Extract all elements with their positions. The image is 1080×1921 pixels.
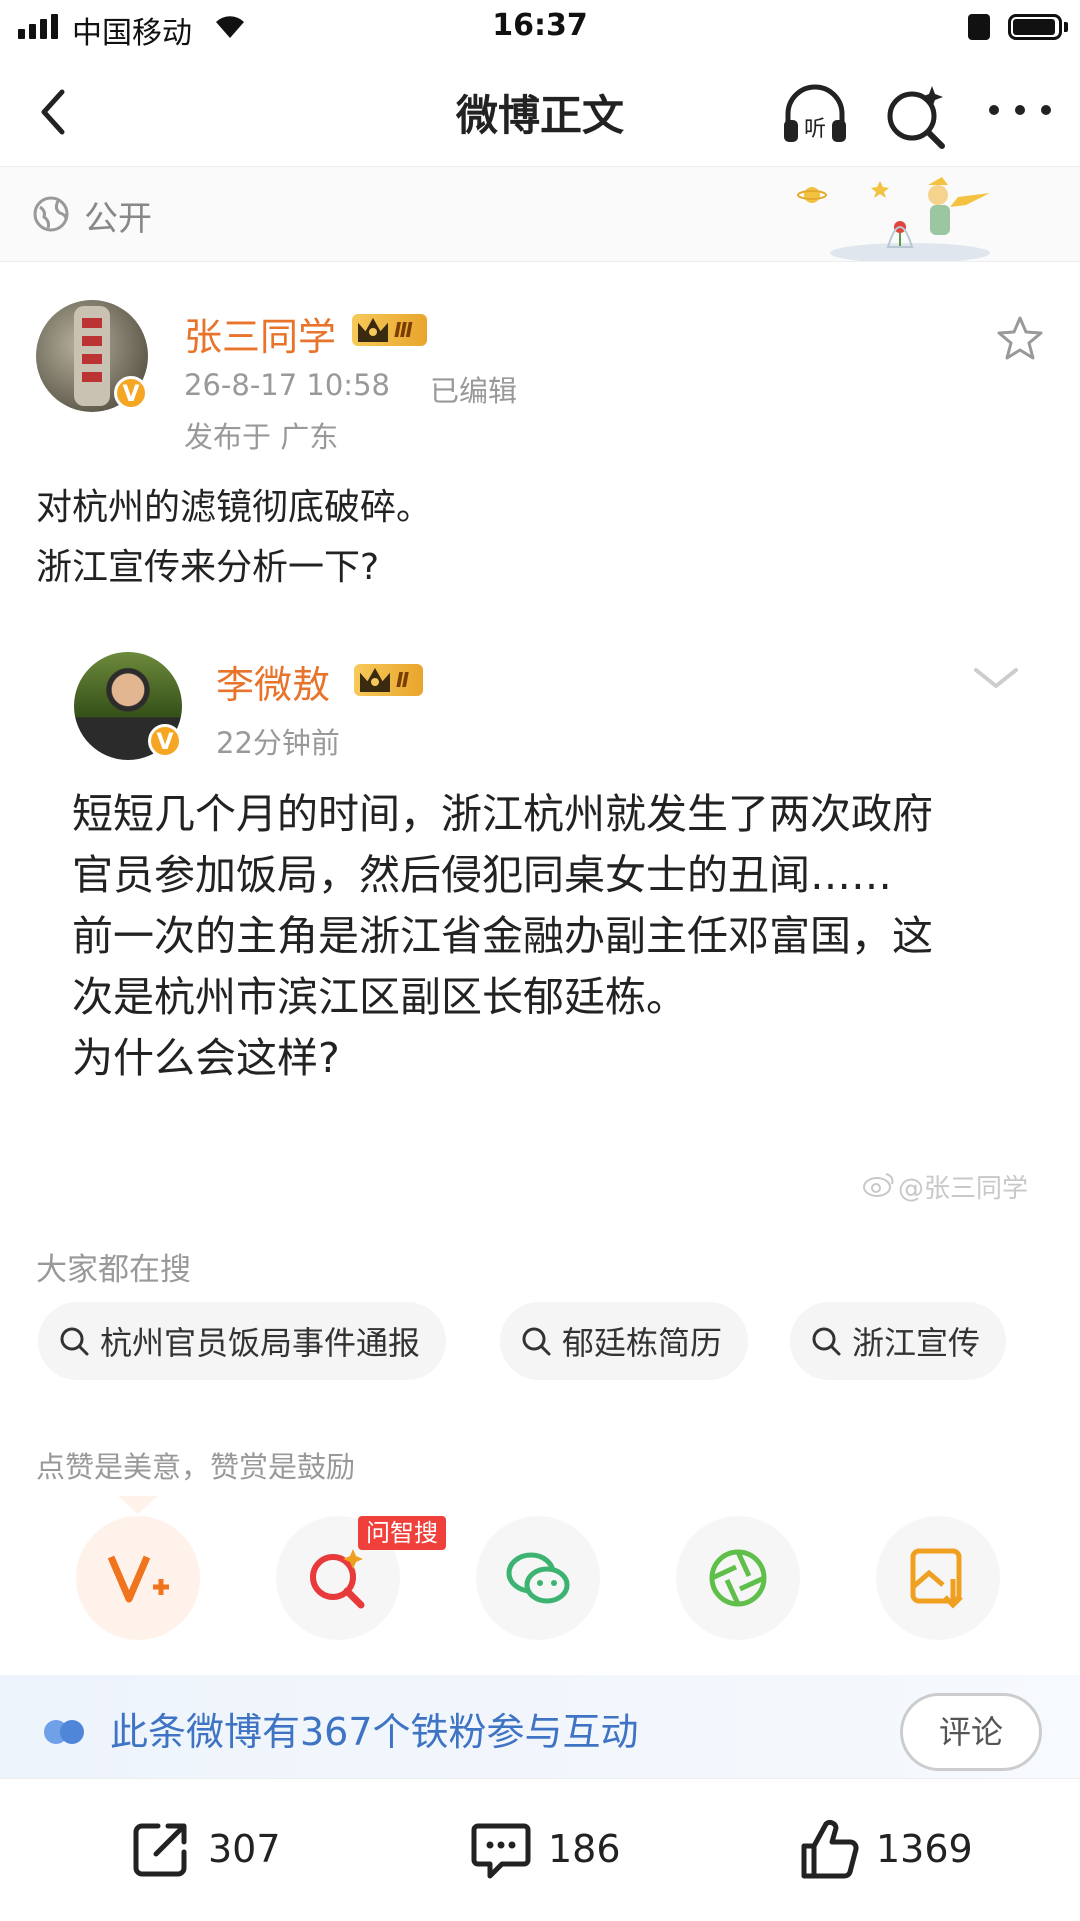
comments-button[interactable]: 186	[468, 1809, 621, 1889]
wechat-icon	[506, 1552, 570, 1604]
search-chip[interactable]: 郁廷栋简历	[500, 1302, 749, 1380]
weibo-logo-icon	[863, 1173, 894, 1197]
clock: 16:37	[492, 8, 588, 43]
save-image-icon	[910, 1548, 963, 1609]
verified-badge: V	[114, 376, 148, 410]
member-level: Ⅲ	[394, 318, 413, 342]
ai-search-icon	[310, 1549, 365, 1609]
search-chip-label: 浙江宣传	[852, 1324, 981, 1362]
caption-pointer	[118, 1496, 158, 1514]
fan-interaction-banner[interactable]: 此条微博有367个铁粉参与互动 评论	[0, 1675, 1080, 1785]
battery-icon	[1008, 14, 1062, 40]
repost-text: 短短几个月的时间，浙江杭州就发生了两次政府 官员参加饭局，然后侵犯同桌女士的丑闻…	[72, 784, 1032, 1089]
repost-icon	[133, 1823, 187, 1877]
like-button[interactable]: 1369	[796, 1809, 973, 1889]
search-icon	[60, 1327, 89, 1356]
globe-icon	[33, 196, 69, 232]
share-wechat-button[interactable]	[476, 1516, 600, 1640]
repost-author-name[interactable]: 李微敖	[216, 654, 330, 709]
reward-v-plus-icon	[107, 1555, 169, 1603]
like-count: 1369	[876, 1827, 973, 1871]
repost-text-line: 短短几个月的时间，浙江杭州就发生了两次政府	[72, 790, 933, 838]
chevron-down-icon[interactable]	[970, 662, 1022, 694]
watermark-text: @张三同学	[898, 1174, 1029, 1204]
favorite-star-icon[interactable]	[996, 314, 1044, 362]
little-prince-decoration	[797, 177, 990, 261]
share-moments-button[interactable]	[676, 1516, 800, 1640]
crown-icon	[358, 318, 388, 342]
post-location: 发布于 广东	[184, 420, 339, 454]
ai-search-icon[interactable]	[880, 78, 954, 152]
repost-text-line: 前一次的主角是浙江省金融办副主任邓富国，这	[72, 912, 933, 960]
post-timestamp: 26-8-17 10:58	[184, 368, 390, 402]
fan-group-icon	[44, 1720, 84, 1744]
repost-text-line: 次是杭州市滨江区副区长郁廷栋。	[72, 973, 687, 1021]
search-chip-label: 杭州官员饭局事件通报	[100, 1324, 421, 1362]
headphones-listen-icon[interactable]: 听	[778, 78, 852, 152]
search-chip-label: 郁廷栋简历	[562, 1324, 723, 1362]
comment-bubble-icon	[471, 1823, 531, 1879]
search-icon	[812, 1327, 841, 1356]
moments-aperture-icon	[709, 1549, 767, 1607]
search-chip[interactable]: 浙江宣传	[790, 1302, 1007, 1380]
status-bar: 中国移动 16:37	[0, 0, 1080, 54]
visibility-bar: 公开	[0, 167, 1080, 262]
svg-text:听: 听	[804, 117, 826, 142]
post-text-line-2: 浙江宣传来分析一下?	[36, 547, 380, 588]
post-text-line-1: 对杭州的滤镜彻底破碎。	[36, 487, 433, 528]
repost-time-ago: 22分钟前	[216, 726, 340, 760]
repost-count: 307	[208, 1827, 281, 1871]
visibility-label: 公开	[84, 199, 152, 239]
author-name[interactable]: 张三同学	[184, 306, 336, 361]
reward-button[interactable]	[76, 1516, 200, 1640]
search-icon	[522, 1327, 551, 1356]
member-level: Ⅱ	[396, 668, 410, 692]
search-chip[interactable]: 杭州官员饭局事件通报	[38, 1302, 447, 1380]
repost-text-line: 官员参加饭局，然后侵犯同桌女士的丑闻……	[72, 851, 892, 899]
comment-button[interactable]: 评论	[900, 1693, 1042, 1771]
verified-badge: V	[148, 724, 182, 758]
reward-caption: 点赞是美意，赞赏是鼓励	[36, 1450, 356, 1484]
thumbs-up-icon	[801, 1819, 859, 1879]
battery-cap	[1064, 22, 1068, 32]
member-level-badge[interactable]: Ⅱ	[354, 664, 424, 696]
fan-interaction-text: 此条微博有367个铁粉参与互动	[110, 1710, 639, 1754]
crown-icon	[360, 668, 390, 692]
ask-ai-tag: 问智搜	[358, 1516, 446, 1550]
more-options-icon[interactable]	[980, 80, 1060, 150]
save-image-button[interactable]	[876, 1516, 1000, 1640]
repost-button[interactable]: 307	[128, 1809, 281, 1889]
repost-text-line: 为什么会这样?	[72, 1034, 340, 1082]
edited-label: 已编辑	[430, 374, 518, 408]
bottom-action-bar: 307 186 1369	[0, 1778, 1080, 1921]
nav-bar: 微博正文 听	[0, 60, 1080, 167]
orientation-lock-icon	[968, 14, 990, 40]
hot-search-title: 大家都在搜	[36, 1252, 191, 1288]
member-level-badge[interactable]: Ⅲ	[352, 314, 427, 346]
comment-count: 186	[548, 1827, 621, 1871]
